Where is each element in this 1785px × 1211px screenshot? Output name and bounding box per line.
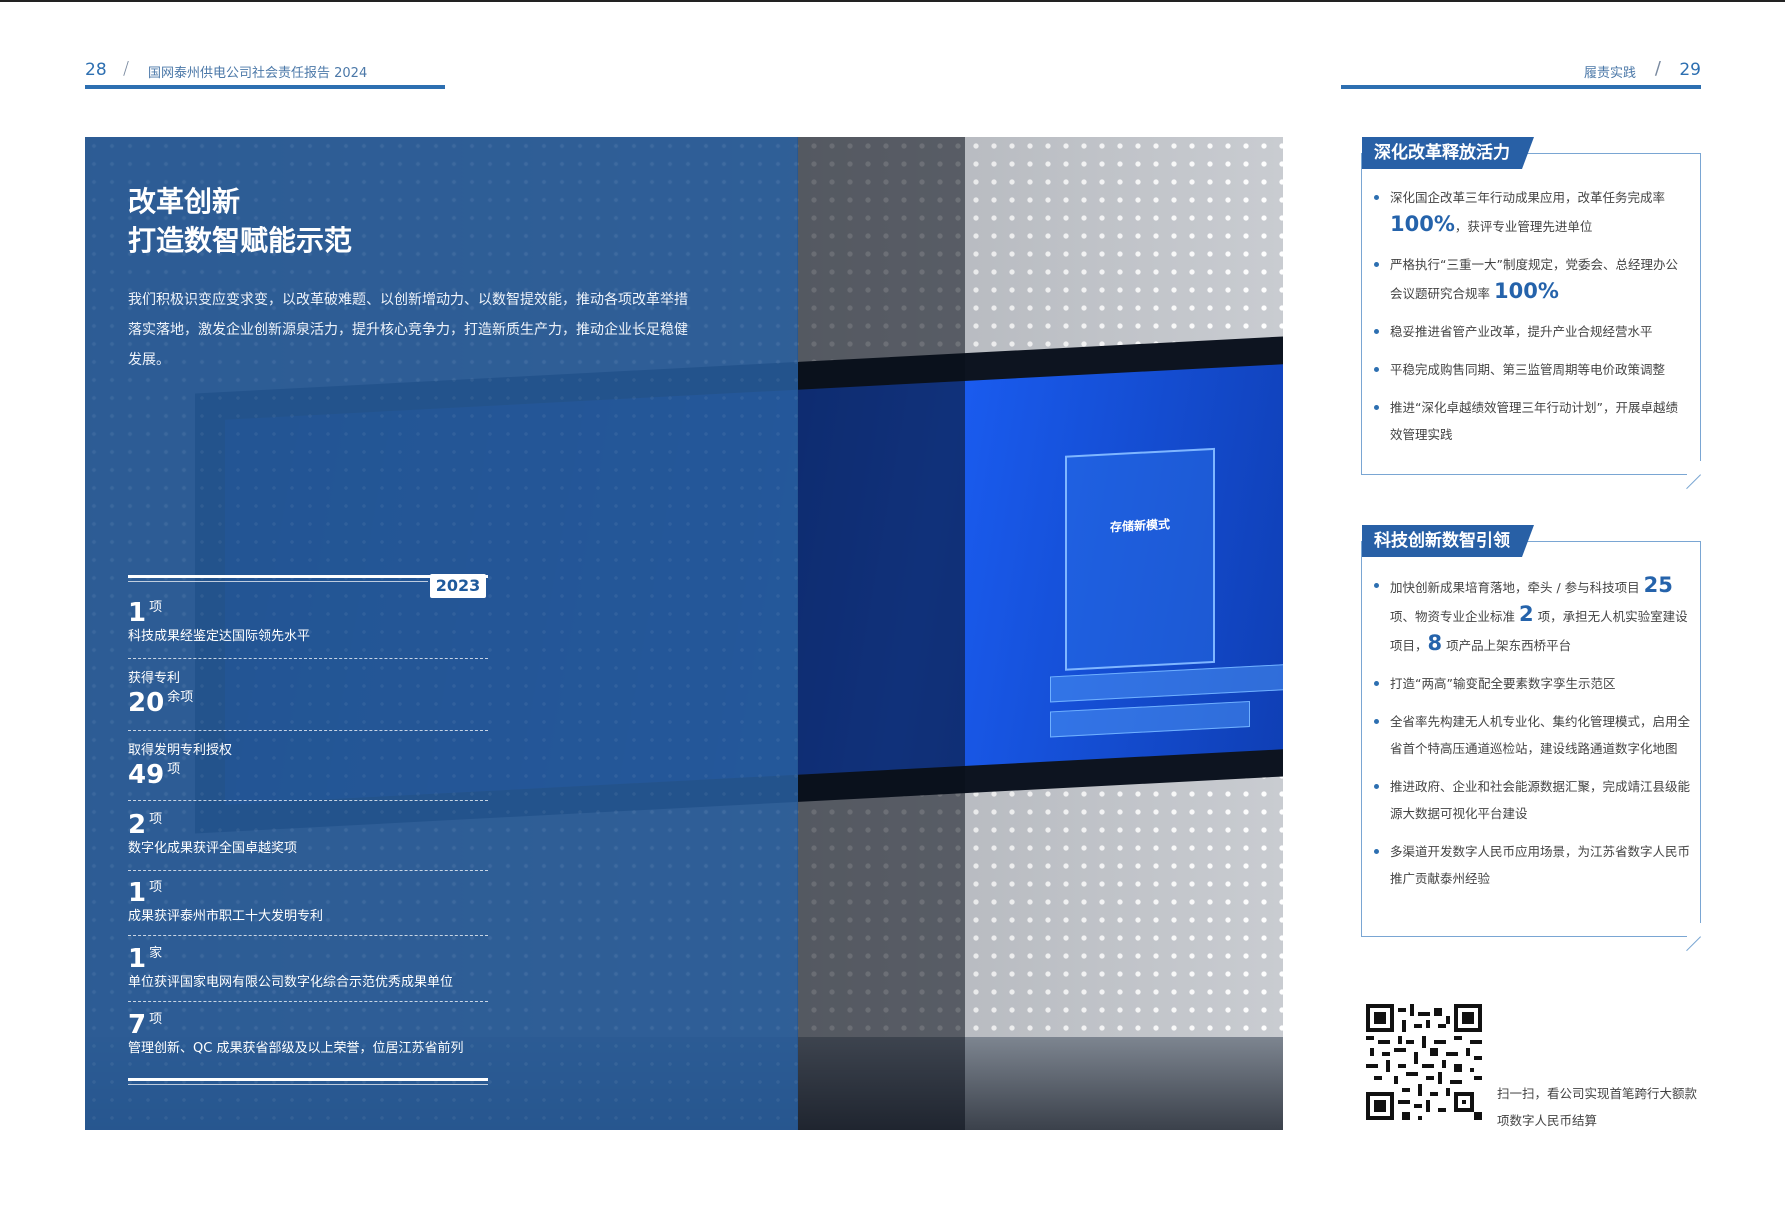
stat-item: 取得发明专利授权 49 项 [128,743,233,790]
intro-paragraph: 我们积极识变应变求变，以改革破难题、以创新增动力、以数智提效能，推动各项改革举措… [128,292,688,368]
stat-item: 1家 单位获评国家电网有限公司数字化综合示范优秀成果单位 [128,944,454,990]
header-right: 履责实践 / 29 [1341,58,1701,92]
list-item: 多渠道开发数字人民币应用场景，为江苏省数字人民币推广贡献泰州经验 [1372,838,1690,892]
stat-item: 1项 科技成果经鉴定达国际领先水平 [128,598,311,644]
photo-dark-strip [797,137,965,1130]
stats-bottom-line [128,1078,488,1081]
header-bar-left [85,85,445,89]
reform-list: 深化国企改革三年行动成果应用，改革任务完成率 100%，获评专业管理先进单位 严… [1372,184,1690,459]
screen-panel-2 [1050,701,1250,738]
list-item: 平稳完成购售同期、第三监管周期等电价政策调整 [1372,356,1690,383]
header-bar-right [1341,85,1701,89]
qr-code[interactable] [1366,1004,1482,1120]
stat-divider [128,658,488,659]
header-left: 28 / 国网泰州供电公司社会责任报告 2024 [85,58,445,92]
stat-divider [128,800,488,801]
list-item: 打造“两高”输变配全要素数字孪生示范区 [1372,670,1690,697]
page-number-right: 29 [1679,60,1701,80]
header-slash: / [1654,58,1661,79]
tech-box: 科技创新数智引领 加快创新成果培育落地，牵头 / 参与科技项目 25 项、物资专… [1361,525,1701,937]
stat-divider [128,730,488,731]
list-item: 深化国企改革三年行动成果应用，改革任务完成率 100%，获评专业管理先进单位 [1372,184,1690,240]
reform-box-title: 深化改革释放活力 [1362,137,1534,169]
headline-line-1: 改革创新 [128,185,241,218]
reform-box: 深化改革释放活力 深化国企改革三年行动成果应用，改革任务完成率 100%，获评专… [1361,137,1701,475]
stat-item: 7项 管理创新、QC 成果获省部级及以上荣誉，位居江苏省前列 [128,1010,464,1056]
stat-item: 2项 数字化成果获评全国卓越奖项 [128,810,298,856]
main-headline: 改革创新 打造数智赋能示范 [128,182,352,260]
stat-divider [128,870,488,871]
stat-divider [128,1001,488,1002]
screen-card [1065,447,1215,671]
stat-item: 获得专利 20 余项 [128,671,194,718]
tech-list: 加快创新成果培育落地，牵头 / 参与科技项目 25 项、物资专业企业标准 2 项… [1372,572,1690,903]
header-slash: / [123,58,130,79]
list-item: 加快创新成果培育落地，牵头 / 参与科技项目 25 项、物资专业企业标准 2 项… [1372,572,1690,659]
top-border [0,0,1785,2]
list-item: 推进“深化卓越绩效管理三年行动计划”，开展卓越绩效管理实践 [1372,394,1690,448]
qr-caption: 扫一扫，看公司实现首笔跨行大额款项数字人民币结算 [1497,1086,1698,1128]
page-number-left: 28 [85,60,107,80]
stat-item: 1项 成果获评泰州市职工十大发明专利 [128,878,324,924]
report-title: 国网泰州供电公司社会责任报告 2024 [148,66,368,81]
list-item: 稳妥推进省管产业改革，提升产业合规经营水平 [1372,318,1690,345]
list-item: 严格执行“三重一大”制度规定，党委会、总经理办公会议题研究合规率 100% [1372,251,1690,307]
year-badge: 2023 [430,574,486,598]
list-item: 推进政府、企业和社会能源数据汇聚，完成靖江县级能源大数据可视化平台建设 [1372,773,1690,827]
list-item: 全省率先构建无人机专业化、集约化管理模式，启用全省首个特高压通道巡检站，建设线路… [1372,708,1690,762]
tech-box-title: 科技创新数智引领 [1362,525,1534,557]
headline-line-2: 打造数智赋能示范 [128,224,353,257]
section-name: 履责实践 [1583,66,1636,81]
stat-divider [128,935,488,936]
